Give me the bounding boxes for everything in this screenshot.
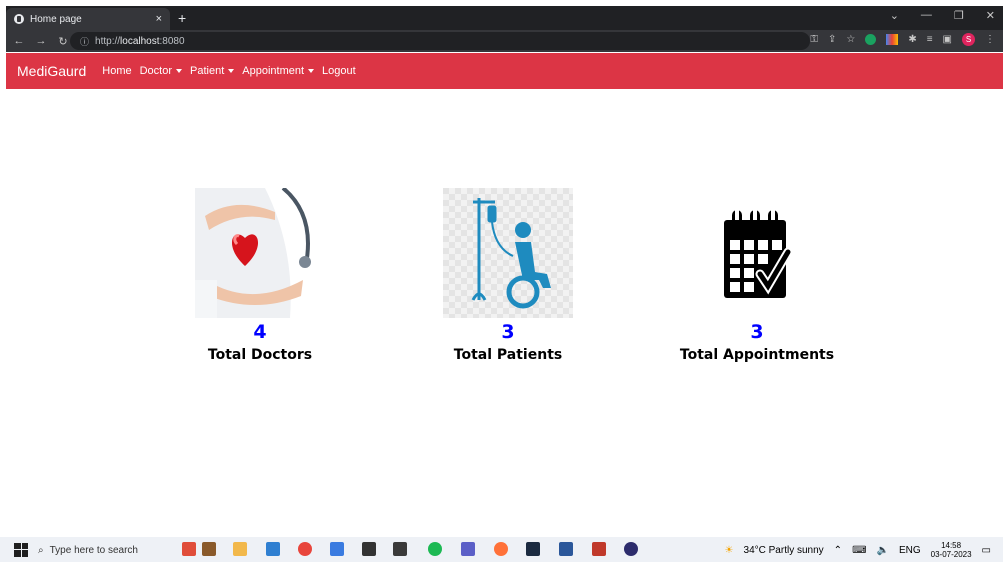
nav-logout-label: Logout xyxy=(322,65,356,77)
sidepanel-icon[interactable]: ▣ xyxy=(943,34,952,45)
reading-list-icon[interactable]: ≡ xyxy=(927,34,933,45)
patients-count: 3 xyxy=(501,321,515,343)
weather-text[interactable]: 34°C Partly sunny xyxy=(744,545,824,556)
system-tray: ☀ 34°C Partly sunny ⌃ ⌨ 🔈 ENG 14:58 03-0… xyxy=(725,541,991,559)
patients-label: Total Patients xyxy=(453,347,563,363)
vscode-icon[interactable] xyxy=(266,542,280,556)
star-icon[interactable]: ☆ xyxy=(846,34,855,45)
chevron-up-icon[interactable]: ⌃ xyxy=(834,545,842,556)
word-icon[interactable] xyxy=(559,542,573,556)
nav-appointment-label: Appointment xyxy=(242,65,305,77)
new-tab-button[interactable]: + xyxy=(178,10,186,26)
nav-home[interactable]: Home xyxy=(102,65,131,77)
caret-down-icon xyxy=(176,69,183,73)
clock-date: 03-07-2023 xyxy=(930,550,972,559)
url-port: :8080 xyxy=(159,35,185,47)
chrome-icon[interactable] xyxy=(298,542,312,556)
network-icon[interactable]: ⌨ xyxy=(852,545,866,556)
profile-avatar[interactable]: S xyxy=(962,33,975,46)
tab-title: Home page xyxy=(30,13,82,25)
doctors-label: Total Doctors xyxy=(207,347,313,363)
firefox-icon[interactable] xyxy=(494,542,508,556)
nav-doctor-label: Doctor xyxy=(139,65,173,77)
stat-card-appointments: 3 Total Appointments xyxy=(657,188,857,363)
browser-tab-strip: Home page × + ⌄ — ❐ ✕ xyxy=(6,6,1003,30)
nav-appointment-dropdown[interactable]: Appointment xyxy=(242,65,315,77)
eclipse-icon[interactable] xyxy=(624,542,638,556)
app-icon[interactable] xyxy=(592,542,606,556)
caret-down-icon xyxy=(308,69,315,73)
app-icon[interactable] xyxy=(526,542,540,556)
share-icon[interactable]: ⇪ xyxy=(828,34,836,45)
nav-doctor-dropdown[interactable]: Doctor xyxy=(139,65,183,77)
extension-icon[interactable] xyxy=(865,34,877,45)
extensions-area: ⚿ ⇪ ☆ ✱ ≡ ▣ S ⋮ xyxy=(810,33,995,46)
os-taskbar: ⌕ Type here to search ☀ 34°C Partly sunn… xyxy=(0,537,1003,562)
app-icon[interactable] xyxy=(182,542,196,556)
nav-patient-dropdown[interactable]: Patient xyxy=(190,65,235,77)
url-host: localhost xyxy=(120,35,160,47)
clock[interactable]: 14:58 03-07-2023 xyxy=(931,541,972,559)
app-icon[interactable] xyxy=(202,542,216,556)
puzzle-icon[interactable]: ✱ xyxy=(908,34,916,45)
menu-icon[interactable]: ⋮ xyxy=(985,34,995,45)
restore-icon[interactable]: ❐ xyxy=(954,9,964,22)
brand-logo[interactable]: MediGaurd xyxy=(17,63,86,79)
stat-card-patients: 3 Total Patients xyxy=(408,188,608,363)
caret-down-icon xyxy=(228,69,235,73)
appointments-label: Total Appointments xyxy=(679,347,835,363)
nav-logout[interactable]: Logout xyxy=(322,65,356,77)
close-icon[interactable]: ✕ xyxy=(986,9,995,22)
taskbar-search[interactable]: ⌕ Type here to search xyxy=(38,541,156,559)
globe-icon xyxy=(14,14,24,24)
info-icon[interactable]: ⓘ xyxy=(80,35,89,48)
extension-icon[interactable] xyxy=(886,34,899,45)
forward-icon[interactable]: → xyxy=(32,35,50,47)
weather-icon: ☀ xyxy=(724,544,734,556)
file-explorer-icon[interactable] xyxy=(233,542,247,556)
windows-start-icon[interactable] xyxy=(14,542,28,557)
browser-toolbar: ← → ↻ ⓘ http://localhost:8080 ⚿ ⇪ ☆ ✱ ≡ … xyxy=(6,30,1003,52)
teams-icon[interactable] xyxy=(461,542,475,556)
dashboard: 4 Total Doctors 3 Total Patients 3 Total… xyxy=(6,89,1003,537)
app-icon[interactable] xyxy=(330,542,344,556)
minimize-icon[interactable]: — xyxy=(921,9,932,22)
address-bar[interactable]: ⓘ http://localhost:8080 xyxy=(70,32,810,50)
nav-patient-label: Patient xyxy=(190,65,225,77)
app-navbar: MediGaurd Home Doctor Patient Appointmen… xyxy=(6,53,1003,89)
taskbar-search-placeholder: Type here to search xyxy=(49,544,138,556)
clock-time: 14:58 xyxy=(941,541,962,550)
language-indicator[interactable]: ENG xyxy=(899,545,921,556)
notion-icon[interactable] xyxy=(362,542,376,556)
notifications-icon[interactable]: ▭ xyxy=(982,545,991,556)
calendar-check-icon xyxy=(692,188,822,318)
chevron-down-icon[interactable]: ⌄ xyxy=(890,9,899,22)
tab-close-button[interactable]: × xyxy=(156,13,162,25)
key-icon[interactable]: ⚿ xyxy=(810,34,818,45)
back-icon[interactable]: ← xyxy=(10,35,28,47)
browser-tab[interactable]: Home page × xyxy=(6,8,170,30)
stat-card-doctors: 4 Total Doctors xyxy=(160,186,360,363)
spotify-icon[interactable] xyxy=(428,542,442,556)
url-prefix: http:// xyxy=(95,35,121,47)
app-icon[interactable] xyxy=(393,542,407,556)
nav-home-label: Home xyxy=(102,65,132,77)
window-controls: ⌄ — ❐ ✕ xyxy=(890,9,995,22)
volume-icon[interactable]: 🔈 xyxy=(877,545,889,556)
search-icon: ⌕ xyxy=(38,544,44,556)
appointments-count: 3 xyxy=(750,321,764,343)
doctor-heart-image xyxy=(195,186,325,318)
wheelchair-iv-icon xyxy=(443,188,573,318)
doctors-count: 4 xyxy=(253,321,267,343)
